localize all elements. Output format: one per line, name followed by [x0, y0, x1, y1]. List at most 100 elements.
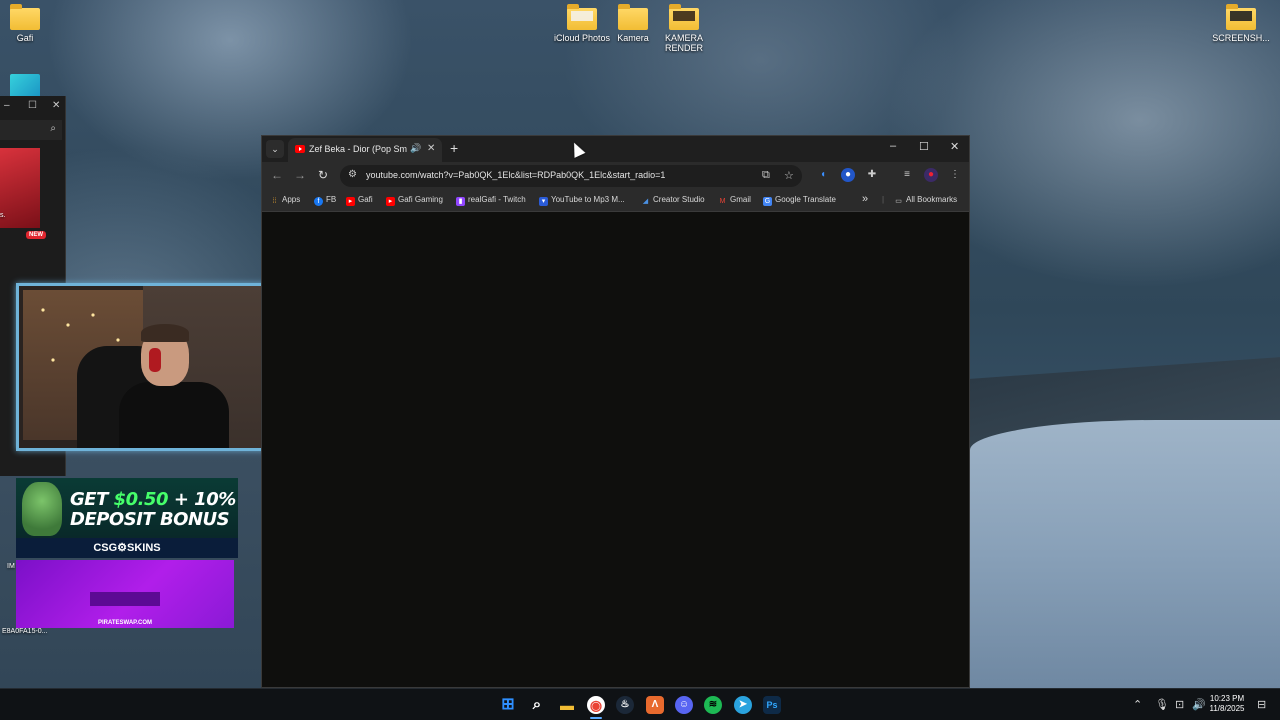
desktop-icon-kamera-render[interactable]: KAMERA RENDER [652, 4, 716, 53]
app-icon [10, 74, 40, 98]
desktop-icon-label: Gafi [16, 33, 34, 43]
ad-headline: GET $0.50 + 10% DEPOSIT BONUS [70, 489, 236, 530]
microphone-icon[interactable]: 🎙 [1155, 698, 1169, 711]
tab-search-chevron-icon[interactable]: ⌄ [266, 140, 284, 158]
active-app-indicator [590, 717, 602, 719]
gmail-icon: M [719, 198, 726, 205]
desktop-icon-screenshots[interactable]: SCREENSH... [1209, 4, 1273, 43]
minimize-button[interactable]: – [890, 140, 896, 152]
photoshop-icon[interactable]: Ps [763, 696, 781, 714]
tab-close-icon[interactable]: ✕ [427, 143, 435, 154]
ad-bar [90, 592, 160, 606]
reload-icon[interactable]: ↻ [318, 168, 328, 182]
spotify-icon[interactable]: ≋ [704, 696, 722, 714]
extension-circle-icon[interactable]: ● [841, 168, 855, 182]
extension-audio-icon[interactable]: ◖ [816, 168, 830, 182]
bookmark-realgafi-twitch[interactable]: ▮ realGafi - Twitch [456, 195, 526, 206]
desktop-icon-app[interactable] [0, 74, 57, 98]
extensions-puzzle-icon[interactable]: ✚ [865, 168, 879, 182]
tray-chevron-up-icon[interactable]: ⌃ [1133, 698, 1142, 711]
side-text: IM [7, 563, 15, 570]
site-info-icon[interactable]: ⚙ [348, 169, 357, 180]
folder-outline-icon: ▭ [895, 198, 902, 205]
profile-avatar[interactable]: ● [924, 168, 938, 182]
shield-icon: ▾ [539, 197, 548, 206]
clock[interactable]: 10:23 PM 11/8/2025 [1206, 694, 1248, 714]
youtube-icon: ▸ [346, 197, 355, 206]
install-app-icon[interactable]: ⧉ [762, 169, 770, 182]
tab-youtube[interactable]: Zef Beka - Dior (Pop Smoke 🔊 ✕ [288, 138, 442, 162]
telegram-icon[interactable]: ➤ [734, 696, 752, 714]
ad-brand: CSG⚙SKINS [16, 538, 238, 558]
bookmark-creator-studio[interactable]: ◢ Creator Studio [641, 195, 705, 206]
search-icon: ⌕ [50, 123, 56, 134]
pirateswap-ad: PIRATESWAP.COM [16, 560, 234, 628]
bookmark-google-translate[interactable]: G Google Translate [763, 195, 836, 206]
desktop-icon-label: KAMERA RENDER [664, 33, 703, 53]
search-icon[interactable]: ⌕ [528, 696, 546, 714]
maximize-icon[interactable]: ☐ [28, 100, 37, 111]
facebook-icon: f [314, 197, 323, 206]
youtube-icon: ▸ [386, 197, 395, 206]
chrome-icon[interactable]: ◉ [587, 696, 605, 714]
forward-icon[interactable]: → [294, 168, 306, 182]
csgo-skins-ad: GET $0.50 + 10% DEPOSIT BONUS CSG⚙SKINS [16, 478, 238, 558]
ad-domain: PIRATESWAP.COM [97, 620, 153, 626]
headset [149, 348, 161, 372]
start-button[interactable]: ⊞ [499, 696, 517, 714]
desktop-icon-label-e8a0fa15[interactable]: E8A0FA15-0... [2, 628, 48, 635]
all-bookmarks-button[interactable]: ▭ All Bookmarks [894, 195, 957, 206]
bookmark-star-icon[interactable]: ☆ [784, 169, 794, 182]
bookmark-gmail[interactable]: M Gmail [718, 195, 751, 206]
desktop-icon-label: Kamera [617, 33, 649, 43]
page-content[interactable] [262, 213, 969, 687]
back-icon[interactable]: ← [271, 168, 283, 182]
audio-playing-icon[interactable]: 🔊 [410, 143, 421, 154]
clock-time: 10:23 PM [1209, 694, 1245, 703]
network-icon[interactable]: ⊡ [1175, 698, 1184, 711]
tab-title: Zef Beka - Dior (Pop Smoke [309, 144, 407, 154]
discord-icon[interactable]: ☺ [675, 696, 693, 714]
close-button[interactable]: ✕ [950, 140, 959, 153]
url-text[interactable]: youtube.com/watch?v=Pab0QK_1Elc&list=RDP… [366, 170, 665, 180]
streamer-hair [141, 324, 189, 342]
folder-icon [567, 4, 597, 30]
apps-grid-icon: ⁞⁞ [272, 198, 277, 205]
bookmark-youtube-to-mp3[interactable]: ▾ YouTube to Mp3 M... [539, 195, 625, 206]
bookmark-gafi[interactable]: ▸ Gafi [346, 195, 373, 206]
maximize-button[interactable]: ☐ [919, 140, 929, 153]
creator-studio-icon: ◢ [642, 198, 649, 205]
media-control-icon[interactable]: ≡ [900, 168, 914, 182]
volume-icon[interactable]: 🔊 [1192, 698, 1206, 711]
folder-icon [669, 4, 699, 30]
folder-icon [618, 4, 648, 30]
tab-strip[interactable]: ⌄ Zef Beka - Dior (Pop Smoke 🔊 ✕ + – ☐ ✕ [262, 136, 969, 162]
mascot-image [22, 482, 62, 536]
new-badge: NEW [26, 231, 46, 239]
clock-date: 11/8/2025 [1209, 704, 1245, 713]
search-bar[interactable]: ⌕ [0, 120, 62, 140]
video-thumbnail[interactable] [0, 148, 40, 228]
desktop-icon-label: SCREENSH... [1212, 33, 1270, 43]
folder-icon [1226, 4, 1256, 30]
wallpaper-snowbank [970, 420, 1280, 688]
chrome-window[interactable]: ⌄ Zef Beka - Dior (Pop Smoke 🔊 ✕ + – ☐ ✕… [261, 135, 970, 688]
bookmarks-bar: ⁞⁞ Apps f FB ▸ Gafi ▸ Gafi Gaming ▮ realGafi … [262, 190, 969, 212]
file-explorer-icon[interactable]: ▬ [558, 696, 576, 714]
new-tab-button[interactable]: + [450, 140, 458, 156]
arc-icon[interactable]: Λ [646, 696, 664, 714]
address-bar[interactable]: ⚙ youtube.com/watch?v=Pab0QK_1Elc&list=R… [340, 165, 802, 187]
streamer-body [119, 382, 229, 448]
twitch-icon: ▮ [456, 197, 465, 206]
notifications-icon[interactable]: ⊟ [1257, 698, 1266, 711]
bookmark-gafi-gaming[interactable]: ▸ Gafi Gaming [386, 195, 443, 206]
desktop-icon-gafi[interactable]: Gafi [0, 4, 57, 43]
steam-icon[interactable]: ♨ [616, 696, 634, 714]
menu-kebab-icon[interactable]: ⋮ [948, 168, 962, 182]
more-bookmarks-chevron-icon[interactable]: » [862, 193, 868, 205]
close-icon[interactable]: ✕ [52, 100, 60, 111]
bookmark-apps[interactable]: ⁞⁞ Apps [270, 195, 301, 206]
translate-icon: G [763, 197, 772, 206]
bookmark-fb[interactable]: f FB [314, 195, 336, 206]
minimize-icon[interactable]: – [4, 100, 10, 111]
